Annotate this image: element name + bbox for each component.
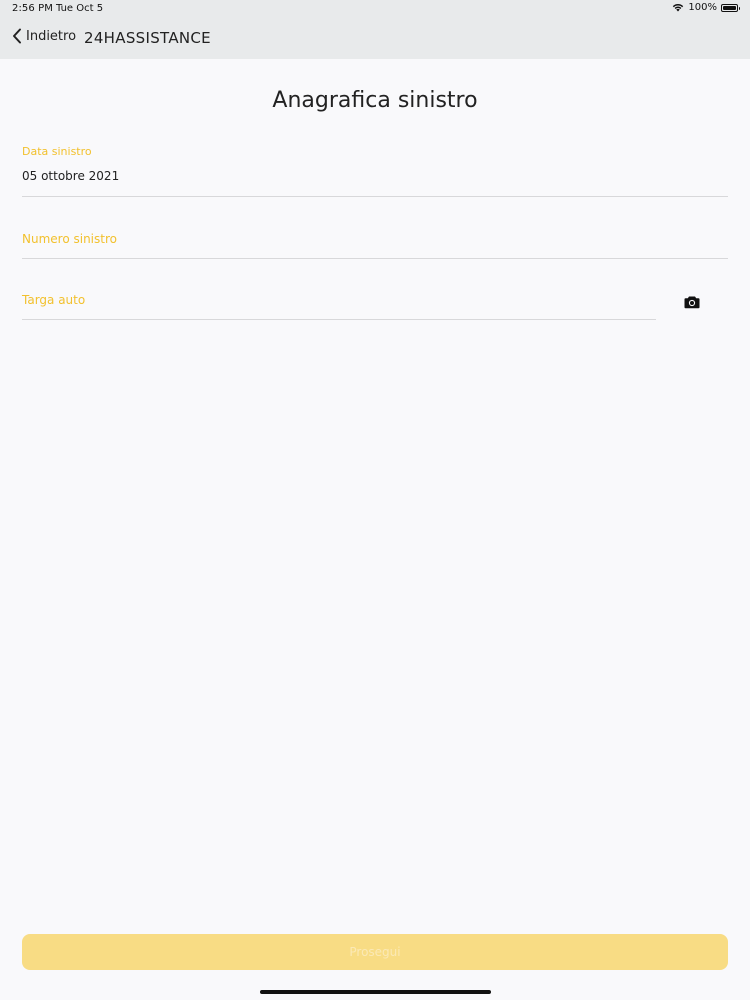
camera-icon[interactable]: [684, 295, 700, 309]
claim-date-label: Data sinistro: [22, 145, 92, 158]
page-title: Anagrafica sinistro: [272, 88, 478, 113]
claim-details-screen: 2:56 PM Tue Oct 5 100% Indietro 24HASSIS…: [0, 0, 750, 1000]
back-button[interactable]: Indietro: [12, 28, 76, 44]
status-time: 2:56 PM: [12, 3, 53, 14]
claim-date-field[interactable]: Data sinistro 05 ottobre 2021: [22, 143, 728, 197]
battery-icon: [721, 3, 740, 12]
top-bar: 2:56 PM Tue Oct 5 100% Indietro 24HASSIS…: [0, 0, 750, 59]
claim-number-field[interactable]: Numero sinistro: [22, 228, 728, 259]
license-plate-field[interactable]: Targa auto: [22, 290, 656, 320]
claim-number-placeholder: Numero sinistro: [22, 232, 117, 246]
claim-date-value: 05 ottobre 2021: [22, 169, 120, 183]
battery-percent: 100%: [688, 2, 717, 13]
nav-title: 24HASSISTANCE: [84, 29, 211, 47]
home-indicator[interactable]: [260, 990, 491, 994]
wifi-icon: [673, 3, 684, 12]
status-date: Tue Oct 5: [56, 3, 104, 14]
chevron-left-icon: [13, 28, 21, 44]
status-indicators: 100%: [672, 2, 740, 13]
license-plate-placeholder: Targa auto: [22, 293, 86, 307]
back-button-label: Indietro: [26, 28, 77, 44]
proceed-button[interactable]: Prosegui: [22, 934, 728, 970]
